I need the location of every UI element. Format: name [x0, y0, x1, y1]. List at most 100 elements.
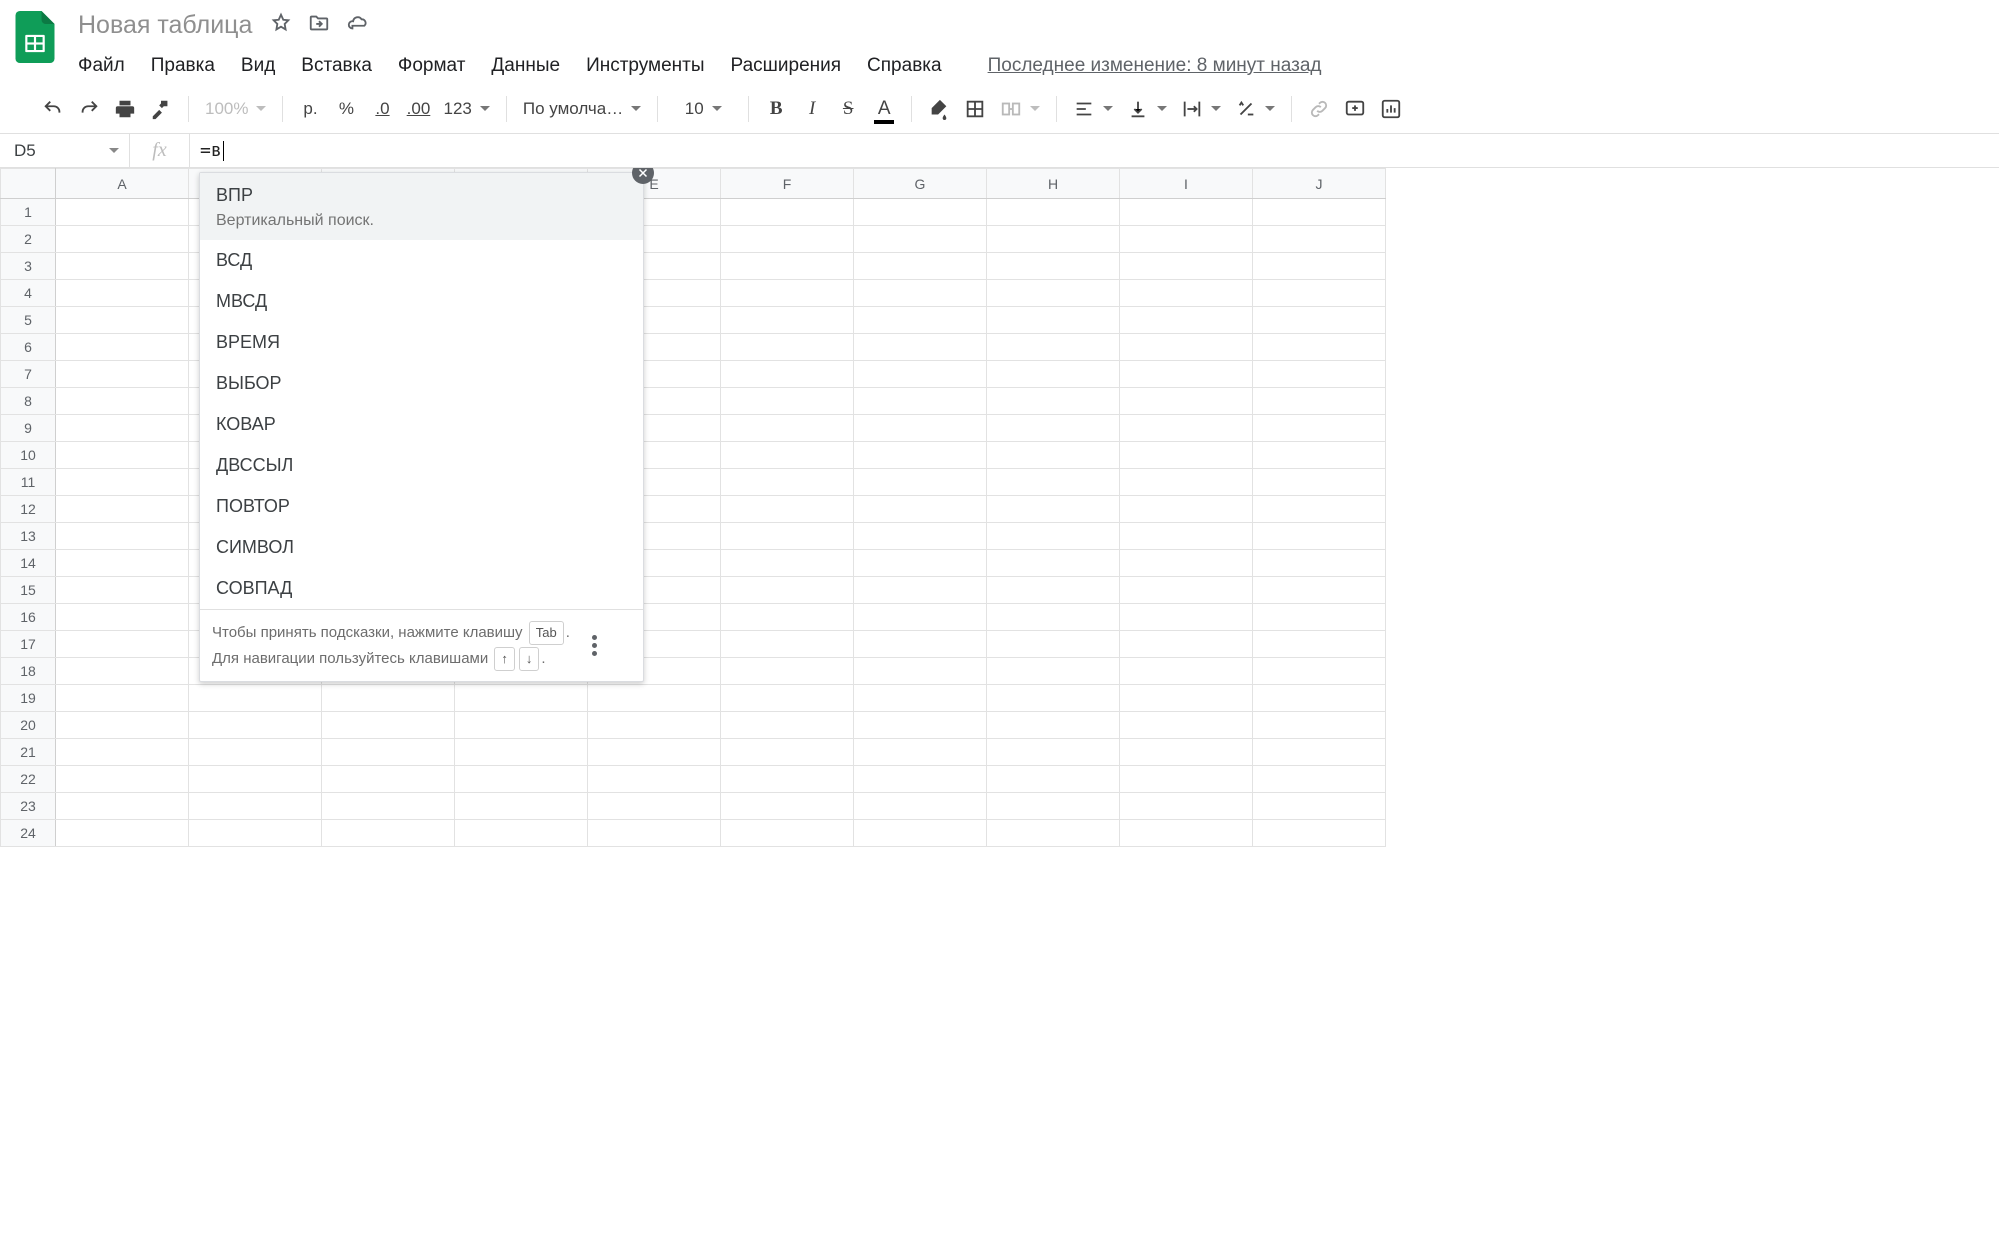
- cell[interactable]: [854, 793, 987, 820]
- cell[interactable]: [854, 739, 987, 766]
- cell[interactable]: [1120, 820, 1253, 847]
- row-header[interactable]: 18: [1, 658, 56, 685]
- cell[interactable]: [56, 793, 189, 820]
- menu-tools[interactable]: Инструменты: [586, 55, 704, 77]
- cell[interactable]: [1120, 712, 1253, 739]
- menu-file[interactable]: Файл: [78, 55, 125, 77]
- cell[interactable]: [987, 469, 1120, 496]
- cell[interactable]: [455, 820, 588, 847]
- h-align-button[interactable]: [1067, 92, 1119, 126]
- row-header[interactable]: 2: [1, 226, 56, 253]
- cell[interactable]: [854, 604, 987, 631]
- cell[interactable]: [854, 469, 987, 496]
- cell[interactable]: [1253, 766, 1386, 793]
- sheets-logo[interactable]: [10, 12, 60, 62]
- star-icon[interactable]: [270, 12, 292, 39]
- cell[interactable]: [721, 442, 854, 469]
- row-header[interactable]: 1: [1, 199, 56, 226]
- cell[interactable]: [987, 550, 1120, 577]
- cell[interactable]: [987, 226, 1120, 253]
- cell[interactable]: [588, 793, 721, 820]
- menu-extensions[interactable]: Расширения: [731, 55, 842, 77]
- zoom-select[interactable]: 100%: [199, 92, 272, 126]
- cell[interactable]: [1120, 307, 1253, 334]
- cell[interactable]: [189, 766, 322, 793]
- cell[interactable]: [189, 712, 322, 739]
- row-header[interactable]: 15: [1, 577, 56, 604]
- cell[interactable]: [56, 631, 189, 658]
- cell[interactable]: [56, 577, 189, 604]
- col-header[interactable]: H: [987, 169, 1120, 199]
- redo-button[interactable]: [72, 92, 106, 126]
- cell[interactable]: [854, 388, 987, 415]
- cell[interactable]: [721, 685, 854, 712]
- cell[interactable]: [854, 577, 987, 604]
- cell[interactable]: [987, 334, 1120, 361]
- insert-comment-button[interactable]: [1338, 92, 1372, 126]
- row-header[interactable]: 24: [1, 820, 56, 847]
- cell[interactable]: [56, 415, 189, 442]
- cell[interactable]: [1253, 712, 1386, 739]
- row-header[interactable]: 20: [1, 712, 56, 739]
- cell[interactable]: [1120, 253, 1253, 280]
- cell[interactable]: [721, 496, 854, 523]
- cell[interactable]: [987, 793, 1120, 820]
- cell[interactable]: [721, 199, 854, 226]
- cell[interactable]: [987, 307, 1120, 334]
- cell[interactable]: [854, 199, 987, 226]
- cell[interactable]: [322, 685, 455, 712]
- cell[interactable]: [455, 793, 588, 820]
- formula-input[interactable]: =в: [190, 134, 1999, 167]
- cell[interactable]: [189, 685, 322, 712]
- cell[interactable]: [987, 739, 1120, 766]
- cell[interactable]: [1120, 226, 1253, 253]
- cell[interactable]: [1253, 685, 1386, 712]
- cell[interactable]: [1253, 604, 1386, 631]
- cell[interactable]: [987, 253, 1120, 280]
- row-header[interactable]: 13: [1, 523, 56, 550]
- autocomplete-item[interactable]: КОВАР: [200, 404, 643, 445]
- cell[interactable]: [854, 820, 987, 847]
- cell[interactable]: [1253, 820, 1386, 847]
- cell[interactable]: [1120, 199, 1253, 226]
- font-size-select[interactable]: 10: [668, 92, 738, 126]
- row-header[interactable]: 7: [1, 361, 56, 388]
- cell[interactable]: [1120, 334, 1253, 361]
- cell[interactable]: [1120, 793, 1253, 820]
- menu-format[interactable]: Формат: [398, 55, 466, 77]
- row-header[interactable]: 22: [1, 766, 56, 793]
- undo-button[interactable]: [36, 92, 70, 126]
- autocomplete-item[interactable]: ДВССЫЛ: [200, 445, 643, 486]
- cell[interactable]: [56, 550, 189, 577]
- cell[interactable]: [56, 685, 189, 712]
- cell[interactable]: [721, 523, 854, 550]
- menu-view[interactable]: Вид: [241, 55, 275, 77]
- cell[interactable]: [455, 739, 588, 766]
- cell[interactable]: [721, 253, 854, 280]
- font-family-select[interactable]: По умолча…: [517, 92, 647, 126]
- cell[interactable]: [1120, 496, 1253, 523]
- cell[interactable]: [56, 712, 189, 739]
- cell[interactable]: [1120, 766, 1253, 793]
- move-to-folder-icon[interactable]: [308, 12, 330, 39]
- last-change-link[interactable]: Последнее изменение: 8 минут назад: [988, 55, 1322, 77]
- cell[interactable]: [854, 280, 987, 307]
- cell[interactable]: [455, 685, 588, 712]
- row-header[interactable]: 3: [1, 253, 56, 280]
- cell[interactable]: [854, 712, 987, 739]
- row-header[interactable]: 5: [1, 307, 56, 334]
- cell[interactable]: [1253, 469, 1386, 496]
- cell[interactable]: [1120, 361, 1253, 388]
- fill-color-button[interactable]: [922, 92, 956, 126]
- cell[interactable]: [721, 361, 854, 388]
- increase-decimal-button[interactable]: .00: [401, 92, 435, 126]
- cell[interactable]: [721, 631, 854, 658]
- cell[interactable]: [1253, 253, 1386, 280]
- cell[interactable]: [721, 658, 854, 685]
- cell[interactable]: [1253, 739, 1386, 766]
- v-align-button[interactable]: [1121, 92, 1173, 126]
- cell[interactable]: [1253, 658, 1386, 685]
- cell[interactable]: [56, 604, 189, 631]
- row-header[interactable]: 21: [1, 739, 56, 766]
- cell[interactable]: [1120, 415, 1253, 442]
